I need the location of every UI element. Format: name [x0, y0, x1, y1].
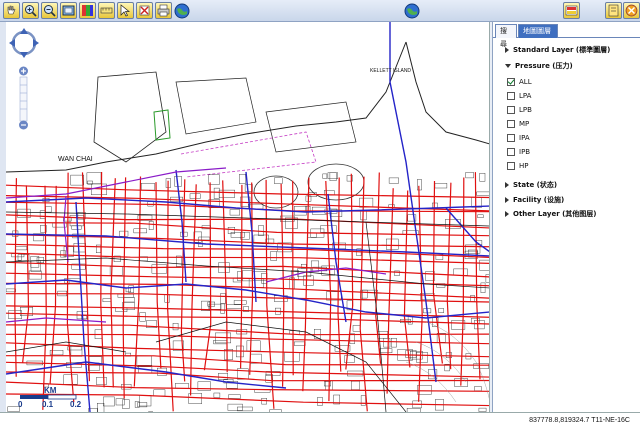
tab-search[interactable]: 搜尋	[495, 24, 517, 48]
layer-item-hp[interactable]: HP	[507, 160, 529, 172]
base-map-drawing	[6, 22, 489, 412]
checkbox[interactable]	[507, 120, 515, 128]
identify-icon[interactable]	[117, 2, 134, 19]
zoom-slider[interactable]	[18, 66, 29, 130]
clear-icon[interactable]	[136, 2, 153, 19]
center-globe-icon[interactable]	[404, 3, 420, 19]
expand-right-icon	[505, 197, 509, 203]
layer-item-lpb[interactable]: LPB	[507, 104, 532, 116]
checkbox[interactable]	[507, 148, 515, 156]
pan-left-icon[interactable]	[9, 39, 15, 47]
pan-down-icon[interactable]	[20, 52, 28, 58]
checkbox[interactable]	[507, 92, 515, 100]
expand-right-icon	[505, 211, 509, 217]
pan-up-icon[interactable]	[20, 28, 28, 34]
checkbox[interactable]	[507, 162, 515, 170]
expand-down-icon	[505, 64, 511, 68]
expand-right-icon	[505, 182, 509, 188]
checkbox[interactable]	[507, 78, 515, 86]
map-label-wan-chai: WAN CHAI	[58, 156, 93, 163]
coordinate-readout: 837778.8,819324.7 T11-NE-16C	[529, 417, 630, 424]
globe-icon[interactable]	[174, 3, 190, 19]
layer-item-ipa[interactable]: IPA	[507, 132, 530, 144]
layer-color-icon[interactable]	[79, 2, 96, 19]
layer-group-standard[interactable]: Standard Layer (標準圖層)	[505, 44, 610, 56]
layer-item-lpa[interactable]: LPA	[507, 90, 531, 102]
scale-tick-1: 0.1	[42, 400, 54, 409]
gis-map-application: WAN CHAI KELLETT ISLAND KM 0 0.1 0.2 搜尋 …	[0, 0, 640, 431]
layer-group-facility[interactable]: Facility (设施)	[505, 194, 564, 206]
layer-group-other[interactable]: Other Layer (其他图层)	[505, 208, 596, 220]
print-icon[interactable]	[155, 2, 172, 19]
pan-hand-icon[interactable]	[3, 2, 20, 19]
pan-zoom-control	[9, 26, 39, 131]
full-extent-icon[interactable]	[60, 2, 77, 19]
checkbox[interactable]	[507, 106, 515, 114]
checkbox[interactable]	[507, 134, 515, 142]
map-canvas[interactable]: WAN CHAI KELLETT ISLAND KM 0 0.1 0.2	[6, 22, 490, 412]
panel-tabs: 搜尋 地圖圖層	[493, 24, 640, 48]
help-icon[interactable]	[623, 2, 640, 19]
panel-toggle-icon[interactable]	[605, 2, 622, 19]
expand-right-icon	[505, 47, 509, 53]
scale-bar: KM 0 0.1 0.2	[16, 386, 96, 409]
measure-icon[interactable]	[98, 2, 115, 19]
layer-item-mp[interactable]: MP	[507, 118, 529, 130]
layer-panel: 搜尋 地圖圖層 Standard Layer (標準圖層) Pressure (…	[492, 22, 640, 412]
map-label-kellett-island: KELLETT ISLAND	[370, 68, 412, 74]
zoom-in-icon[interactable]	[22, 2, 39, 19]
scale-tick-2: 0.2	[70, 400, 82, 409]
tab-map-layers[interactable]: 地圖圖層	[518, 24, 558, 38]
layer-group-state[interactable]: State (状态)	[505, 179, 557, 191]
layer-group-pressure[interactable]: Pressure (压力)	[505, 60, 573, 72]
scale-tick-0: 0	[18, 400, 23, 409]
pan-right-icon[interactable]	[33, 39, 39, 47]
zoom-out-icon[interactable]	[41, 2, 58, 19]
layer-item-ipb[interactable]: IPB	[507, 146, 530, 158]
export-icon[interactable]	[563, 2, 580, 19]
toolbar	[0, 0, 640, 22]
layer-item-all[interactable]: ALL	[507, 76, 532, 88]
status-bar: 837778.8,819324.7 T11-NE-16C	[0, 412, 640, 431]
